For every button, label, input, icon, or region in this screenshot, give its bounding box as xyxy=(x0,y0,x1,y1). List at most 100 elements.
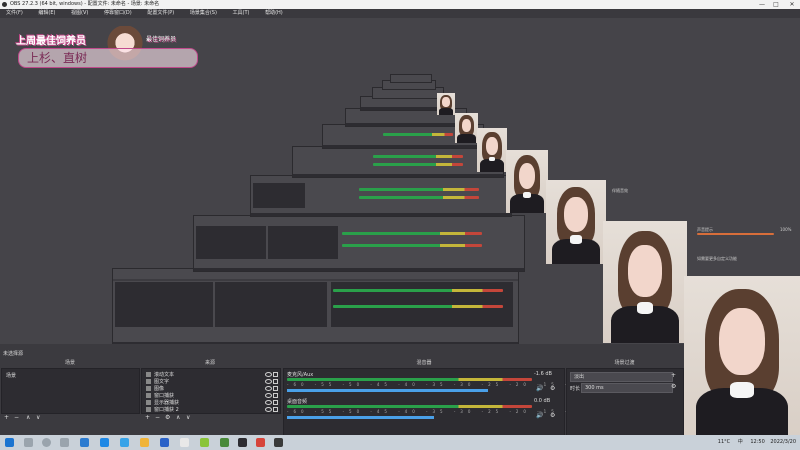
speaker-icon[interactable]: 🔊 xyxy=(536,412,543,419)
nested-frame-1 xyxy=(112,268,519,346)
nested-frame-4 xyxy=(292,146,504,178)
volume-slider[interactable] xyxy=(287,416,434,419)
lock-icon[interactable] xyxy=(273,407,278,412)
menu-profile[interactable]: 配置文件(P) xyxy=(147,10,174,16)
source-label: 窗口捕获 2 xyxy=(154,407,179,413)
start-button-icon[interactable] xyxy=(5,438,14,447)
banner-badge: 最佳饲养员 xyxy=(146,36,177,43)
cortana-icon[interactable] xyxy=(42,438,51,447)
visibility-eye-icon[interactable] xyxy=(265,407,272,412)
source-item[interactable]: 窗口捕获 2 xyxy=(146,406,179,413)
mixer-header: 混音器 xyxy=(416,360,432,366)
add-transition-button[interactable]: + xyxy=(671,372,676,379)
webcam-feed-2 xyxy=(603,221,687,343)
text-icon xyxy=(146,372,151,377)
notepad-icon[interactable] xyxy=(180,438,189,447)
menu-docks[interactable]: 停靠窗口(D) xyxy=(104,10,132,16)
move-source-down-button[interactable]: ∨ xyxy=(186,414,190,421)
webcam-feed-main xyxy=(684,276,800,436)
menu-help[interactable]: 帮助(H) xyxy=(265,10,283,16)
source-properties-button[interactable]: ⚙ xyxy=(165,414,170,421)
nested-frame-2 xyxy=(193,215,525,272)
source-item[interactable]: 图像 xyxy=(146,385,164,392)
audio-meter xyxy=(287,405,532,408)
steam-icon[interactable] xyxy=(274,438,283,447)
maximize-button[interactable]: □ xyxy=(770,0,782,9)
app-icon-green[interactable] xyxy=(200,438,209,447)
search-icon[interactable] xyxy=(24,438,33,447)
source-item[interactable]: 显示器捕获 xyxy=(146,399,179,406)
visibility-eye-icon[interactable] xyxy=(265,400,272,405)
move-scene-down-button[interactable]: ∨ xyxy=(36,414,40,421)
remote-text-3: 如需要更多自定义功能 xyxy=(697,256,737,261)
menu-view[interactable]: 视图(V) xyxy=(71,10,88,16)
scene-item[interactable]: 场景 xyxy=(6,372,16,379)
remote-value: 100% xyxy=(780,227,792,232)
menu-file[interactable]: 文件(F) xyxy=(6,10,23,16)
remove-source-button[interactable]: − xyxy=(155,414,160,421)
source-item[interactable]: 图文字 xyxy=(146,378,169,385)
obs-logo-icon xyxy=(2,2,7,7)
file-explorer-icon[interactable] xyxy=(140,438,149,447)
browser-icon[interactable] xyxy=(80,438,89,447)
image-icon xyxy=(146,386,151,391)
window-icon xyxy=(146,407,151,412)
duration-input[interactable]: 300 ms xyxy=(581,383,673,393)
transition-select[interactable]: 淡出 xyxy=(570,372,673,382)
mixer-settings-gear-icon[interactable]: ⚙ xyxy=(550,385,555,392)
scenes-header: 场景 xyxy=(64,360,75,366)
sources-dock: 滚动文本 图文字 图像 窗口捕获 显示器捕获 窗口捕获 2 xyxy=(141,368,281,414)
remote-label-2: 伴随音效 xyxy=(612,188,628,193)
mixer-dock: 麦克风/Aux -1.6 dB -60 -55 -50 -45 -40 -35 … xyxy=(283,368,616,436)
lock-icon[interactable] xyxy=(273,379,278,384)
minimize-button[interactable]: — xyxy=(756,0,768,9)
app-icon-red[interactable] xyxy=(256,438,265,447)
clock-date[interactable]: 2022/3/20 xyxy=(770,439,796,445)
mixer-channel-name: 桌面音频 xyxy=(287,399,308,405)
lock-icon[interactable] xyxy=(273,372,278,377)
visibility-eye-icon[interactable] xyxy=(265,393,272,398)
store-icon[interactable] xyxy=(160,438,169,447)
visibility-eye-icon[interactable] xyxy=(265,372,272,377)
mixer-settings-gear-icon[interactable]: ⚙ xyxy=(550,412,555,419)
remote-volume-slider[interactable] xyxy=(697,233,774,235)
transition-settings-gear-icon[interactable]: ⚙ xyxy=(671,383,676,390)
title-bar: OBS 27.2.3 (64 bit, windows) - 配置文件: 未命名… xyxy=(0,0,800,9)
add-source-button[interactable]: + xyxy=(145,414,150,421)
system-tray: 11°C 中 12:50 2022/3/20 xyxy=(718,435,796,450)
add-scene-button[interactable]: + xyxy=(4,414,9,421)
close-button[interactable]: ✕ xyxy=(786,0,798,9)
source-item[interactable]: 滚动文本 xyxy=(146,371,174,378)
minecraft-icon[interactable] xyxy=(220,438,229,447)
app-icon[interactable] xyxy=(120,438,129,447)
ime-indicator[interactable]: 中 xyxy=(738,439,743,445)
lock-icon[interactable] xyxy=(273,393,278,398)
menu-edit[interactable]: 编辑(E) xyxy=(38,10,55,16)
remove-scene-button[interactable]: − xyxy=(14,414,19,421)
lock-icon[interactable] xyxy=(273,386,278,391)
clock-time[interactable]: 12:50 xyxy=(750,439,764,445)
webcam-feed-4 xyxy=(506,150,548,213)
nested-frame-10 xyxy=(390,74,432,83)
sources-header: 来源 xyxy=(204,360,215,366)
lock-icon[interactable] xyxy=(273,400,278,405)
visibility-eye-icon[interactable] xyxy=(265,379,272,384)
webcam-feed-6 xyxy=(455,113,478,143)
weather-temp[interactable]: 11°C xyxy=(718,439,730,445)
menu-scene-collection[interactable]: 场景集合(S) xyxy=(190,10,217,16)
webcam-feed-7 xyxy=(437,93,455,115)
speaker-icon[interactable]: 🔊 xyxy=(536,385,543,392)
banner-names: 上杉、直树 xyxy=(18,48,198,68)
webcam-feed-3 xyxy=(546,180,606,264)
window-title: OBS 27.2.3 (64 bit, windows) - 配置文件: 未命名… xyxy=(10,1,160,7)
menu-tools[interactable]: 工具(T) xyxy=(233,10,250,16)
source-item[interactable]: 窗口捕获 xyxy=(146,392,174,399)
visibility-eye-icon[interactable] xyxy=(265,386,272,391)
mixer-channel-name: 麦克风/Aux xyxy=(287,372,314,378)
edge-icon[interactable] xyxy=(100,438,109,447)
move-source-up-button[interactable]: ∧ xyxy=(176,414,180,421)
task-view-icon[interactable] xyxy=(60,438,69,447)
move-scene-up-button[interactable]: ∧ xyxy=(26,414,30,421)
volume-slider[interactable] xyxy=(287,389,488,392)
obs-taskbar-icon[interactable] xyxy=(238,438,247,447)
